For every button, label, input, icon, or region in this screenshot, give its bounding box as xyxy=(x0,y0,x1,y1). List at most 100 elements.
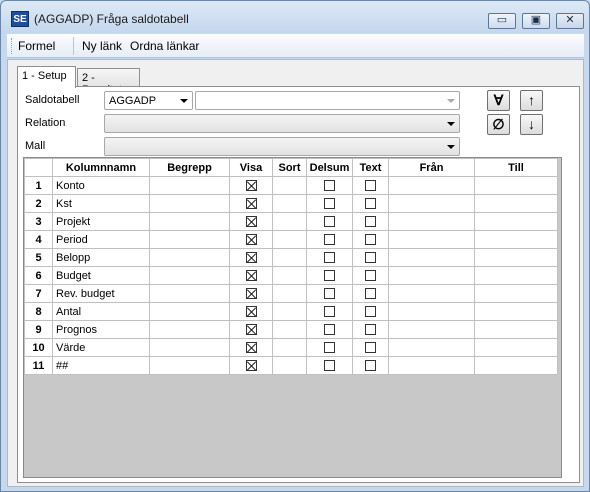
sort-cell[interactable] xyxy=(272,320,307,339)
visa-checkbox[interactable] xyxy=(245,342,257,354)
header-begrepp[interactable]: Begrepp xyxy=(149,158,230,177)
text-checkbox[interactable] xyxy=(365,216,376,228)
kolumnnamn-cell[interactable]: Budget xyxy=(52,266,150,285)
kolumnnamn-cell[interactable]: Period xyxy=(52,230,150,249)
fran-cell[interactable] xyxy=(388,248,475,267)
delsum-checkbox[interactable] xyxy=(324,324,335,336)
saldotabell-select[interactable]: AGGADP xyxy=(104,91,193,110)
kolumnnamn-cell[interactable]: Kst xyxy=(52,194,150,213)
till-cell[interactable] xyxy=(474,230,558,249)
move-up-button[interactable]: ↑ xyxy=(520,90,543,111)
begrepp-cell[interactable] xyxy=(149,212,230,231)
menu-item-ny-lank[interactable]: Ny länk xyxy=(82,39,122,53)
kolumnnamn-cell[interactable]: Prognos xyxy=(52,320,150,339)
begrepp-cell[interactable] xyxy=(149,266,230,285)
move-down-button[interactable]: ↓ xyxy=(520,114,543,135)
kolumnnamn-cell[interactable]: Värde xyxy=(52,338,150,357)
till-cell[interactable] xyxy=(474,302,558,321)
till-cell[interactable] xyxy=(474,248,558,267)
mall-select[interactable] xyxy=(104,137,460,156)
fran-cell[interactable] xyxy=(388,230,475,249)
minimize-button[interactable]: ▭ xyxy=(488,13,516,29)
begrepp-cell[interactable] xyxy=(149,338,230,357)
table-row[interactable]: 7 Rev. budget xyxy=(24,284,558,303)
till-cell[interactable] xyxy=(474,284,558,303)
sort-cell[interactable] xyxy=(272,284,307,303)
sort-cell[interactable] xyxy=(272,212,307,231)
delsum-checkbox[interactable] xyxy=(324,180,335,192)
delsum-checkbox[interactable] xyxy=(324,216,335,228)
header-delsum[interactable]: Delsum xyxy=(306,158,353,177)
sort-cell[interactable] xyxy=(272,176,307,195)
select-none-button[interactable]: ∅ xyxy=(487,114,510,135)
delsum-checkbox[interactable] xyxy=(324,252,335,264)
text-checkbox[interactable] xyxy=(365,198,376,210)
text-checkbox[interactable] xyxy=(365,252,376,264)
till-cell[interactable] xyxy=(474,266,558,285)
delsum-checkbox[interactable] xyxy=(324,360,335,372)
sort-cell[interactable] xyxy=(272,356,307,375)
header-kolumnnamn[interactable]: Kolumnnamn xyxy=(52,158,150,177)
table-row[interactable]: 1 Konto xyxy=(24,176,558,195)
delsum-checkbox[interactable] xyxy=(324,288,335,300)
kolumnnamn-cell[interactable]: Konto xyxy=(52,176,150,195)
close-button[interactable]: ✕ xyxy=(556,13,584,29)
till-cell[interactable] xyxy=(474,176,558,195)
fran-cell[interactable] xyxy=(388,266,475,285)
visa-checkbox[interactable] xyxy=(245,198,257,210)
visa-checkbox[interactable] xyxy=(245,288,257,300)
menu-item-ordna-lankar[interactable]: Ordna länkar xyxy=(130,39,199,53)
table-row[interactable]: 5 Belopp xyxy=(24,248,558,267)
till-cell[interactable] xyxy=(474,338,558,357)
begrepp-cell[interactable] xyxy=(149,302,230,321)
table-row[interactable]: 11 ## xyxy=(24,356,558,375)
fran-cell[interactable] xyxy=(388,212,475,231)
begrepp-cell[interactable] xyxy=(149,284,230,303)
begrepp-cell[interactable] xyxy=(149,230,230,249)
header-till[interactable]: Till xyxy=(474,158,558,177)
select-all-button[interactable]: ∀ xyxy=(487,90,510,111)
sort-cell[interactable] xyxy=(272,230,307,249)
begrepp-cell[interactable] xyxy=(149,320,230,339)
begrepp-cell[interactable] xyxy=(149,356,230,375)
visa-checkbox[interactable] xyxy=(245,234,257,246)
begrepp-cell[interactable] xyxy=(149,194,230,213)
fran-cell[interactable] xyxy=(388,302,475,321)
sort-cell[interactable] xyxy=(272,266,307,285)
header-fran[interactable]: Från xyxy=(388,158,475,177)
table-row[interactable]: 10 Värde xyxy=(24,338,558,357)
sort-cell[interactable] xyxy=(272,302,307,321)
fran-cell[interactable] xyxy=(388,284,475,303)
table-row[interactable]: 3 Projekt xyxy=(24,212,558,231)
fran-cell[interactable] xyxy=(388,356,475,375)
fran-cell[interactable] xyxy=(388,176,475,195)
kolumnnamn-cell[interactable]: ## xyxy=(52,356,150,375)
text-checkbox[interactable] xyxy=(365,270,376,282)
relation-select[interactable] xyxy=(104,114,460,133)
table-row[interactable]: 8 Antal xyxy=(24,302,558,321)
till-cell[interactable] xyxy=(474,356,558,375)
tab-setup[interactable]: 1 - Setup xyxy=(17,66,76,88)
delsum-checkbox[interactable] xyxy=(324,198,335,210)
maximize-button[interactable]: ▣ xyxy=(522,13,550,29)
visa-checkbox[interactable] xyxy=(245,324,257,336)
menu-item-formel[interactable]: Formel xyxy=(18,39,55,53)
visa-checkbox[interactable] xyxy=(245,216,257,228)
column-grid[interactable]: Kolumnnamn Begrepp Visa Sort Delsum Text… xyxy=(23,157,562,478)
header-visa[interactable]: Visa xyxy=(229,158,273,177)
fran-cell[interactable] xyxy=(388,320,475,339)
text-checkbox[interactable] xyxy=(365,306,376,318)
text-checkbox[interactable] xyxy=(365,234,376,246)
kolumnnamn-cell[interactable]: Rev. budget xyxy=(52,284,150,303)
tab-resultat[interactable]: 2 - Resultat xyxy=(77,68,140,96)
delsum-checkbox[interactable] xyxy=(324,306,335,318)
delsum-checkbox[interactable] xyxy=(324,270,335,282)
visa-checkbox[interactable] xyxy=(245,306,257,318)
text-checkbox[interactable] xyxy=(365,324,376,336)
begrepp-cell[interactable] xyxy=(149,176,230,195)
table-row[interactable]: 2 Kst xyxy=(24,194,558,213)
till-cell[interactable] xyxy=(474,212,558,231)
begrepp-cell[interactable] xyxy=(149,248,230,267)
sort-cell[interactable] xyxy=(272,194,307,213)
sort-cell[interactable] xyxy=(272,338,307,357)
